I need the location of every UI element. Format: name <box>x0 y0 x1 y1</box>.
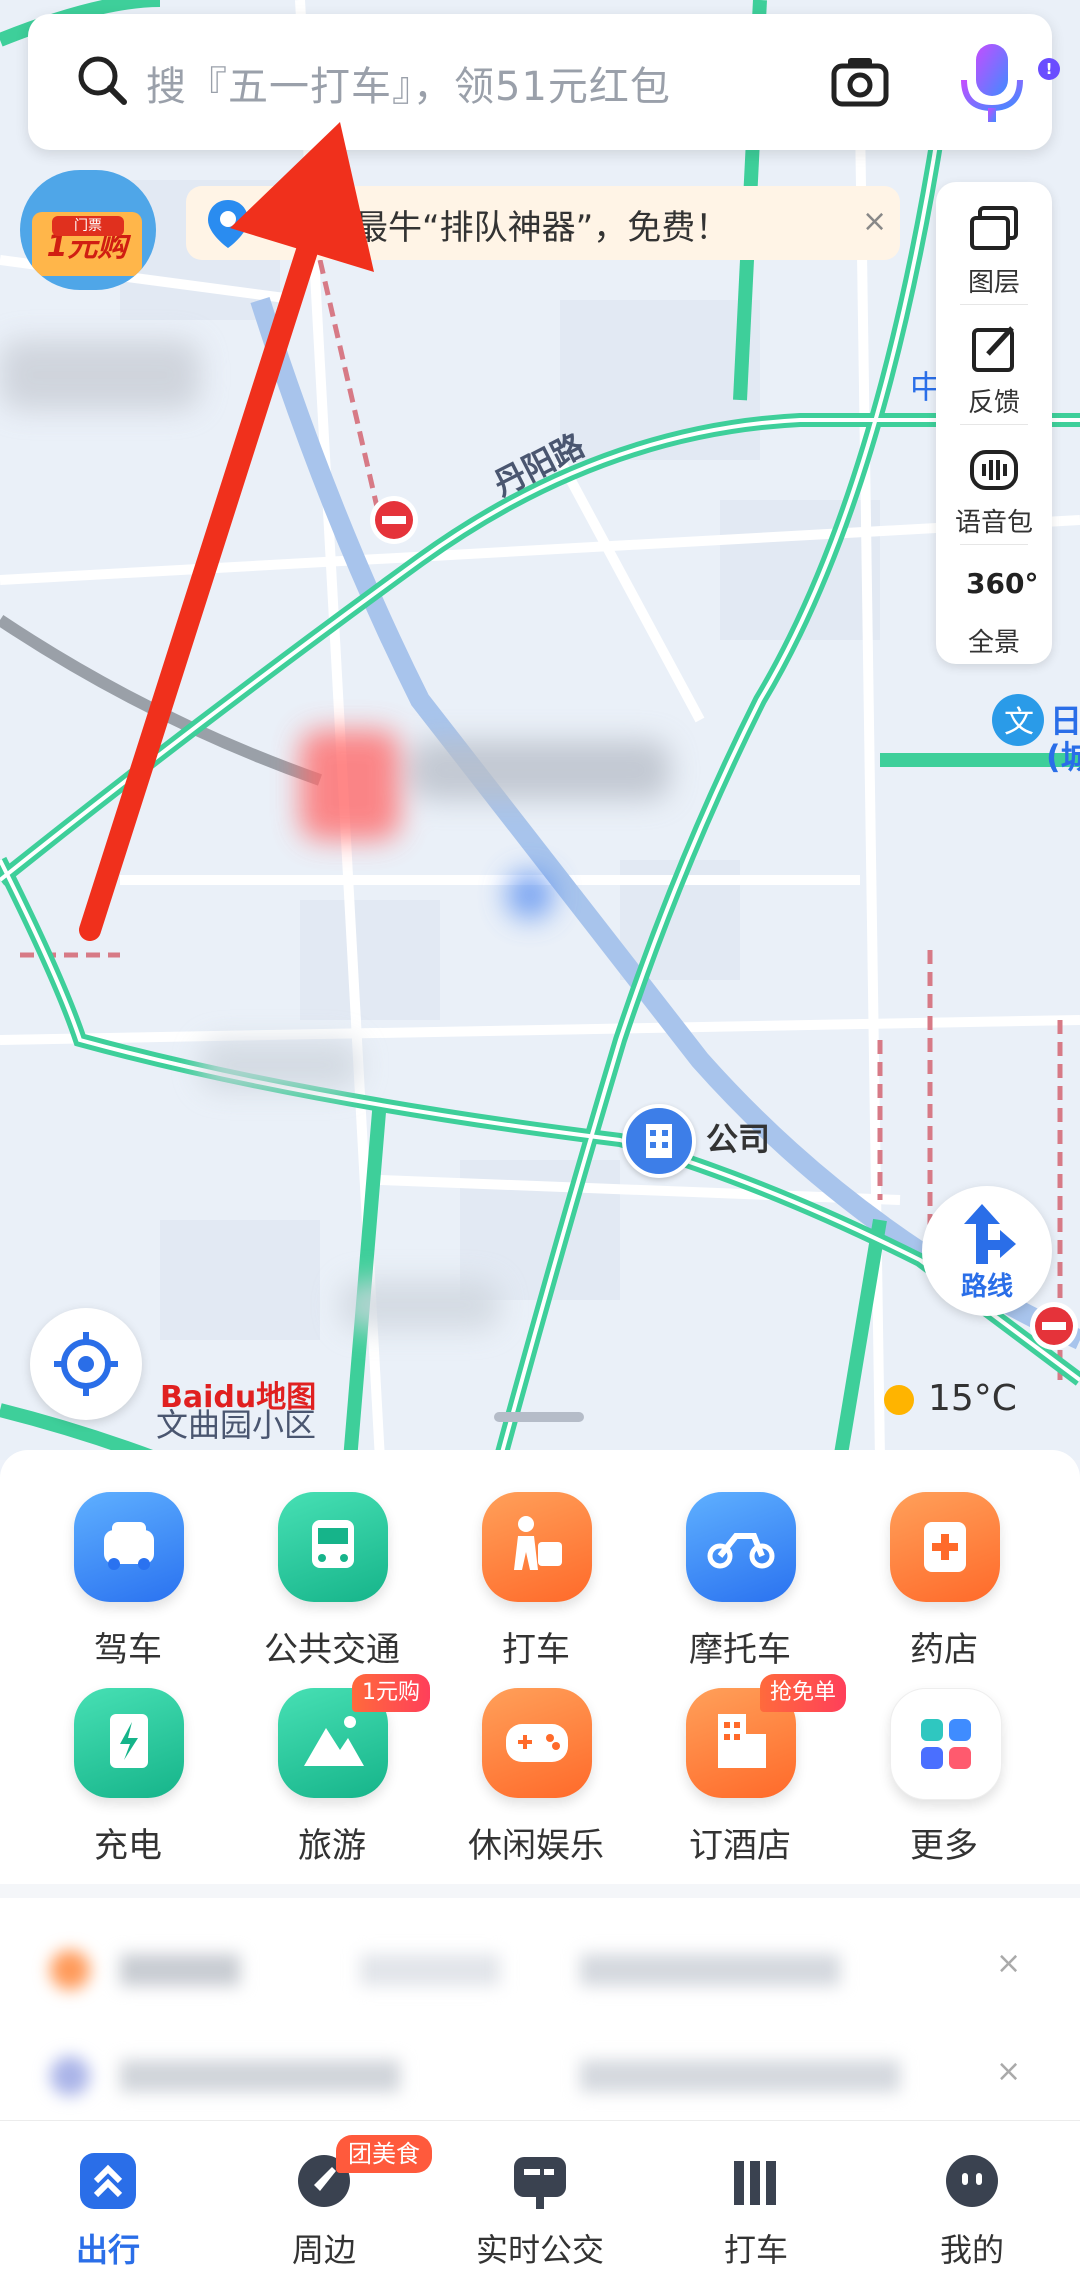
ticket-promo-badge[interactable]: 1元购 门票 <box>20 170 156 290</box>
location-pin-icon <box>208 200 248 248</box>
more-grid-icon <box>890 1688 1002 1800</box>
layers-icon <box>970 206 1018 250</box>
sun-icon <box>884 1385 914 1415</box>
service-drive[interactable]: 驾车 <box>28 1492 228 1672</box>
tab-profile[interactable]: 我的 <box>864 2121 1080 2288</box>
service-label: 公共交通 <box>264 1630 400 1670</box>
promo-badge-tag: 门票 <box>52 216 124 236</box>
tab-taxi[interactable]: 打车 <box>648 2121 864 2288</box>
travel-tab-icon <box>80 2153 136 2209</box>
service-label: 订酒店 <box>689 1826 791 1866</box>
service-taxi[interactable]: 打车 <box>436 1492 636 1672</box>
baidu-map-logo: Baidu地图 <box>160 1380 317 1415</box>
voice-pack-button[interactable]: 语音包 <box>936 426 1052 546</box>
nearby-badge: 团美食 <box>336 2135 432 2173</box>
service-label: 充电 <box>94 1826 162 1866</box>
weather-widget: 15°C <box>884 1378 1017 1419</box>
service-label: 药店 <box>910 1630 978 1670</box>
service-label: 更多 <box>910 1826 978 1866</box>
promo-banner-text: 最牛“排队神器”，免费！ <box>354 208 730 248</box>
temperature-text: 15°C <box>928 1378 1017 1419</box>
search-icon <box>78 56 127 105</box>
feedback-button[interactable]: 反馈 <box>936 306 1052 426</box>
feedback-icon <box>972 326 1014 372</box>
service-public-transit[interactable]: 公共交通 <box>232 1492 432 1672</box>
travel-badge: 1元购 <box>352 1674 430 1712</box>
panorama-label: 全景 <box>967 628 1020 658</box>
search-input[interactable]: 搜『五一打车』，领51元红包 <box>146 54 671 112</box>
service-label: 休闲娱乐 <box>468 1826 604 1866</box>
divider <box>0 1884 1080 1898</box>
taxi-icon <box>482 1492 592 1602</box>
pharmacy-icon <box>890 1492 1000 1602</box>
service-label: 驾车 <box>94 1630 162 1670</box>
tab-nearby[interactable]: 团美食 周边 <box>216 2121 432 2288</box>
tab-label: 实时公交 <box>475 2231 604 2269</box>
recommendation-row[interactable] <box>40 2046 1000 2106</box>
service-more[interactable]: 更多 <box>844 1688 1044 1868</box>
recommendation-close-button[interactable]: × <box>996 1946 1021 1981</box>
service-motorcycle[interactable]: 摩托车 <box>640 1492 840 1672</box>
divider <box>960 304 1028 305</box>
layers-button[interactable]: 图层 <box>936 186 1052 306</box>
promo-banner[interactable]: 最牛“排队神器”，免费！ × <box>186 186 900 260</box>
camera-icon[interactable] <box>828 50 892 114</box>
building-icon <box>622 1104 696 1178</box>
divider <box>960 424 1028 425</box>
tab-label: 我的 <box>939 2231 1004 2269</box>
tab-label: 打车 <box>723 2231 788 2269</box>
layers-label: 图层 <box>967 268 1020 298</box>
panorama-360-icon: 360° <box>966 567 1039 600</box>
route-button[interactable]: 路线 <box>922 1186 1052 1316</box>
map-tools-panel: 图层 反馈 语音包 360° 全景 <box>936 182 1052 664</box>
service-label: 旅游 <box>298 1826 366 1866</box>
route-arrow-icon <box>964 1204 1016 1264</box>
tab-label: 周边 <box>291 2231 356 2269</box>
gamepad-icon <box>482 1688 592 1798</box>
divider <box>960 544 1028 545</box>
svg-text:文: 文 <box>1004 705 1034 740</box>
banner-close-button[interactable]: × <box>862 204 887 239</box>
panel-drag-handle[interactable] <box>494 1412 584 1422</box>
tab-realtime-bus[interactable]: 实时公交 <box>432 2121 648 2288</box>
hotel-badge: 抢免单 <box>760 1674 847 1712</box>
service-label: 打车 <box>502 1630 570 1670</box>
charging-icon <box>74 1688 184 1798</box>
realtime-bus-icon <box>514 2157 566 2209</box>
service-label: 摩托车 <box>689 1630 791 1670</box>
profile-icon <box>946 2155 998 2207</box>
route-label: 路线 <box>960 1272 1013 1302</box>
service-entertainment[interactable]: 休闲娱乐 <box>436 1688 636 1868</box>
bus-icon <box>278 1492 388 1602</box>
voice-pack-icon <box>970 450 1018 490</box>
microphone-icon[interactable] <box>952 38 1032 128</box>
taxi-tab-icon <box>734 2161 776 2205</box>
motorcycle-icon <box>686 1492 796 1602</box>
map-partial-label: (城 <box>1046 738 1080 776</box>
service-hotel[interactable]: 抢免单 订酒店 <box>640 1674 847 1868</box>
mic-notification-dot: ! <box>1038 58 1060 80</box>
search-bar[interactable]: 搜『五一打车』，领51元红包 ! <box>28 14 1060 150</box>
recommendation-row[interactable] <box>40 1940 1000 2000</box>
bottom-tab-bar: 出行 团美食 周边 实时公交 打车 我的 <box>0 2120 1080 2288</box>
service-charging[interactable]: 充电 <box>28 1688 228 1868</box>
voice-pack-label: 语音包 <box>954 508 1033 538</box>
tab-travel[interactable]: 出行 <box>0 2121 216 2288</box>
feedback-label: 反馈 <box>967 388 1020 418</box>
poi-company-label: 公司 <box>706 1120 771 1158</box>
service-travel[interactable]: 1元购 旅游 <box>232 1674 432 1868</box>
tab-label: 出行 <box>75 2231 140 2269</box>
recommendation-close-button[interactable]: × <box>996 2054 1021 2089</box>
car-icon <box>74 1492 184 1602</box>
panorama-button[interactable]: 360° 全景 <box>936 546 1052 666</box>
locate-icon <box>54 1332 118 1396</box>
locate-me-button[interactable] <box>30 1308 142 1420</box>
service-pharmacy[interactable]: 药店 <box>844 1492 1044 1672</box>
